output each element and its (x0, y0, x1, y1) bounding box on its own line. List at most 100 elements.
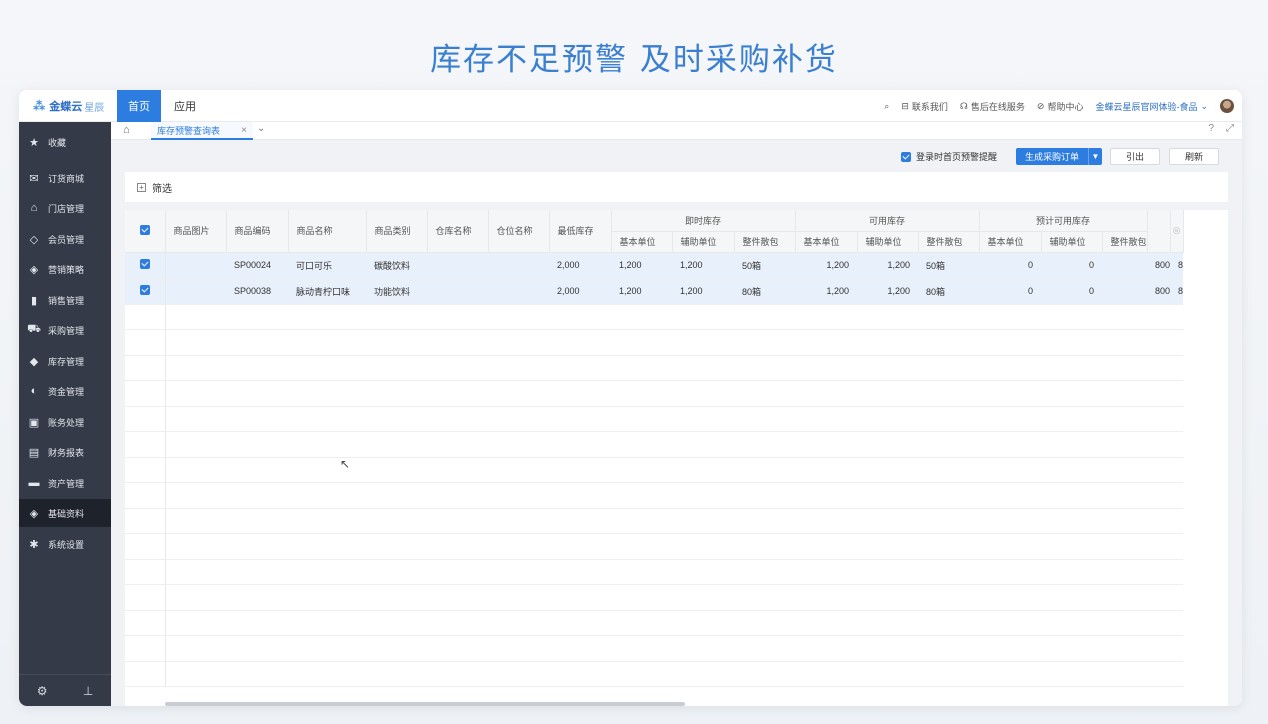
main-content: 登录时首页预警提醒 生成采购订单 ▼ 引出 刷新 + 筛选 商品图片 商品编码 … (111, 140, 1242, 706)
export-button[interactable]: 引出 (1110, 148, 1160, 165)
cell-fc-aux: 0 (1041, 278, 1102, 305)
header-image[interactable]: 商品图片 (165, 210, 227, 253)
contact-icon: ⊟ (901, 100, 909, 111)
search-icon: ⌕ (884, 100, 890, 111)
empty-row (125, 457, 1184, 483)
sidebar-item-label: 销售管理 (48, 295, 85, 306)
sidebar-item-accounting[interactable]: ▣ 账务处理 (19, 408, 111, 436)
cell-fc-base: 0 (979, 278, 1041, 305)
row-select-cell[interactable] (125, 278, 166, 305)
column-settings-icon[interactable]: ◎ (1170, 210, 1184, 253)
cell-image (165, 278, 226, 305)
app-window: ⁂ 金蝶云 星辰 首页 应用 ⌕ ⊟ 联系我们 ☊ 售后在线服务 ⊘ 帮助中心 金蝶云… (19, 90, 1242, 706)
row-select-cell[interactable] (125, 252, 166, 279)
sidebar: ★ 收藏 ✉ 订货商城 ⌂ 门店管理 ◇ 会员管理 ◈ 营销策略 ▮ 销售管理 ⛟ 采购管理 … (19, 122, 111, 706)
cell-inst-base: 1,200 (611, 252, 672, 279)
org-switcher[interactable]: 金蝶云星辰官网体验-食品 ⌄ (1095, 100, 1208, 113)
remind-checkbox[interactable] (901, 151, 911, 162)
logo[interactable]: ⁂ 金蝶云 星辰 (19, 90, 117, 122)
sidebar-item-label: 资金管理 (48, 386, 85, 397)
header-inst-pack[interactable]: 整件散包 (734, 231, 796, 253)
select-all-checkbox[interactable] (139, 224, 150, 235)
sidebar-item-sales[interactable]: ▮ 销售管理 (19, 286, 111, 314)
tag-icon: ◈ (29, 263, 39, 276)
generate-po-button[interactable]: 生成采购订单 ▼ (1016, 148, 1102, 165)
header-inst-aux[interactable]: 辅助单位 (672, 231, 735, 253)
help-circle-icon[interactable]: ? (1208, 123, 1214, 134)
logo-dots-icon: ⁂ (33, 99, 46, 113)
header-avail-pack[interactable]: 整件散包 (918, 231, 980, 253)
cell-location (488, 252, 549, 279)
table-row[interactable]: SP00038 脉动青柠口味 功能饮料 2,000 1,200 1,200 80… (125, 278, 1184, 305)
header-min-stock[interactable]: 最低库存 (549, 210, 612, 253)
header-warehouse[interactable]: 仓库名称 (427, 210, 489, 253)
chevron-down-icon[interactable]: ⌄ (257, 123, 265, 134)
nav-apps[interactable]: 应用 (174, 90, 196, 122)
nav-home[interactable]: 首页 (117, 90, 161, 122)
cell-shortage: 800 (1147, 278, 1171, 305)
cell-inst-base: 1,200 (611, 278, 672, 305)
empty-row (125, 559, 1184, 585)
avatar[interactable] (1220, 99, 1234, 113)
logo-sub: 星辰 (84, 102, 105, 114)
sidebar-item-funds[interactable]: ◐ 资金管理 (19, 377, 111, 405)
horizontal-scrollbar[interactable] (165, 702, 685, 706)
sidebar-item-assets[interactable]: ▬ 资产管理 (19, 469, 111, 497)
sidebar-item-marketing[interactable]: ◈ 营销策略 (19, 255, 111, 283)
cell-inst-pack: 80箱 (734, 278, 795, 305)
sidebar-item-reports[interactable]: ▤ 财务报表 (19, 438, 111, 466)
sidebar-item-inventory[interactable]: ◆ 库存管理 (19, 347, 111, 375)
cell-warehouse (427, 252, 488, 279)
service-link[interactable]: ☊ 售后在线服务 (960, 100, 1025, 113)
sidebar-item-basic-data[interactable]: ◈ 基础资料 (19, 499, 111, 527)
empty-row (125, 661, 1184, 687)
close-icon[interactable]: × (241, 125, 247, 136)
refresh-button[interactable]: 刷新 (1169, 148, 1219, 165)
chevron-down-icon[interactable]: ▼ (1088, 148, 1102, 165)
row-checkbox[interactable] (139, 259, 150, 269)
header-avail-base[interactable]: 基本单位 (795, 231, 858, 253)
remind-label: 登录时首页预警提醒 (916, 152, 998, 162)
header-code[interactable]: 商品编码 (226, 210, 289, 253)
cell-min-stock: 2,000 (549, 252, 611, 279)
pin-icon[interactable]: ⊥ (83, 684, 93, 698)
sidebar-item-store[interactable]: ⌂ 门店管理 (19, 194, 111, 222)
filter-bar[interactable]: + 筛选 (125, 172, 1228, 202)
cell-name: 脉动青柠口味 (288, 278, 366, 305)
header-location[interactable]: 仓位名称 (488, 210, 550, 253)
sidebar-item-label: 会员管理 (48, 234, 85, 245)
sidebar-item-label: 资产管理 (48, 478, 85, 489)
settings-gear-icon[interactable]: ⚙ (37, 684, 48, 698)
select-all-cell[interactable] (125, 210, 166, 253)
store-icon: ⌂ (30, 202, 38, 214)
cell-shortage: 800 (1147, 252, 1171, 279)
cell-inst-aux: 1,200 (672, 252, 734, 279)
fullscreen-icon[interactable]: ⤢ (1226, 123, 1234, 134)
toolbar: 登录时首页预警提醒 生成采购订单 ▼ 引出 刷新 (111, 140, 1242, 172)
help-link[interactable]: ⊘ 帮助中心 (1037, 100, 1084, 113)
sidebar-item-member[interactable]: ◇ 会员管理 (19, 225, 111, 253)
sidebar-item-settings[interactable]: ✱ 系统设置 (19, 530, 111, 558)
expand-icon[interactable]: + (137, 182, 146, 192)
table-row[interactable]: SP00024 可口可乐 碳酸饮料 2,000 1,200 1,200 50箱 … (125, 252, 1184, 279)
remind-option[interactable]: 登录时首页预警提醒 (901, 150, 997, 163)
filter-label: 筛选 (152, 183, 172, 195)
sidebar-footer: ⚙ ⊥ (19, 674, 111, 706)
sidebar-item-favorites[interactable]: ★ 收藏 (19, 128, 111, 156)
header-category[interactable]: 商品类别 (366, 210, 428, 253)
search-button[interactable]: ⌕ (884, 101, 889, 112)
header-avail-aux[interactable]: 辅助单位 (857, 231, 919, 253)
header-fc-aux[interactable]: 辅助单位 (1041, 231, 1103, 253)
tab-inventory-warning[interactable]: 库存预警查询表 × (151, 122, 253, 140)
sidebar-item-order-mall[interactable]: ✉ 订货商城 (19, 164, 111, 192)
home-icon[interactable]: ⌂ (123, 124, 130, 136)
header-name[interactable]: 商品名称 (288, 210, 367, 253)
sidebar-item-purchase[interactable]: ⛟ 采购管理 (19, 316, 111, 344)
header-fc-base[interactable]: 基本单位 (979, 231, 1042, 253)
header-inst-base[interactable]: 基本单位 (611, 231, 673, 253)
cell-avail-aux: 1,200 (857, 278, 918, 305)
row-checkbox[interactable] (139, 285, 150, 295)
header-spacer (1147, 210, 1171, 253)
contact-link[interactable]: ⊟ 联系我们 (901, 100, 948, 113)
header-fc-pack[interactable]: 整件散包 (1102, 231, 1148, 253)
